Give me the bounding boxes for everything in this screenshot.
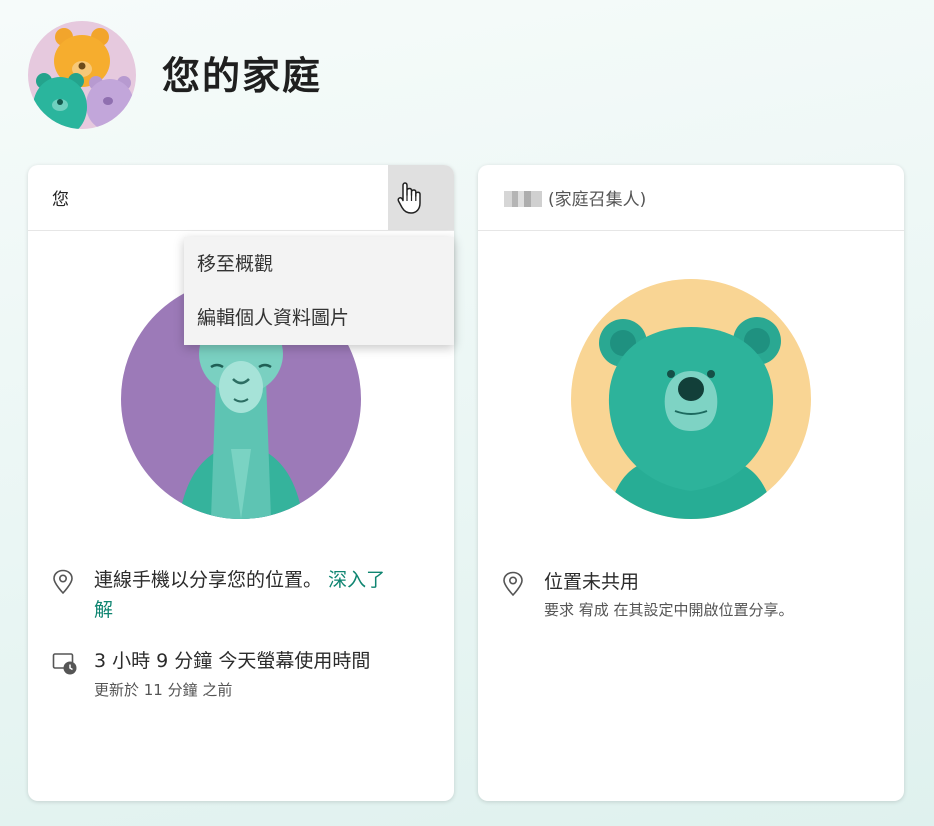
location-pin-icon [503,571,523,597]
menu-item-go-to-overview[interactable]: 移至概觀 [184,237,454,291]
member-name: (家庭召集人) [504,185,646,210]
organizer-label: (家庭召集人) [548,190,647,210]
learn-more-link-cont[interactable]: 解 [94,597,113,624]
location-status: 位置未共用 [544,571,640,593]
location-pin-icon [53,569,73,595]
menu-item-edit-profile-picture[interactable]: 編輯個人資料圖片 [184,291,454,345]
location-request-hint: 要求 宥成 在其設定中開啟位置分享。 [544,601,794,619]
location-text: 連線手機以分享您的位置。 [94,569,323,591]
hand-cursor-icon [397,182,421,214]
profile-options-menu: 移至概觀 編輯個人資料圖片 [184,237,454,345]
family-avatar[interactable] [28,21,136,129]
bear-avatar [571,279,811,519]
member-card-organizer: (家庭召集人) 位置未共用 要求 宥成 在其設定中開啟位置分享。 [478,165,904,801]
learn-more-link[interactable]: 深入了 [328,569,385,591]
page-title: 您的家庭 [162,54,323,98]
screen-time-updated: 更新於 11 分鐘 之前 [94,681,233,699]
blurred-name [504,191,542,207]
screen-time-text: 3 小時 9 分鐘 今天螢幕使用時間 [94,650,371,672]
more-options-button[interactable]: ⋯ [388,165,454,230]
card-header: 您 ⋯ [28,165,454,231]
card-header: (家庭召集人) [478,165,904,231]
screen-time-icon [52,653,77,675]
member-name: 您 [52,190,69,210]
